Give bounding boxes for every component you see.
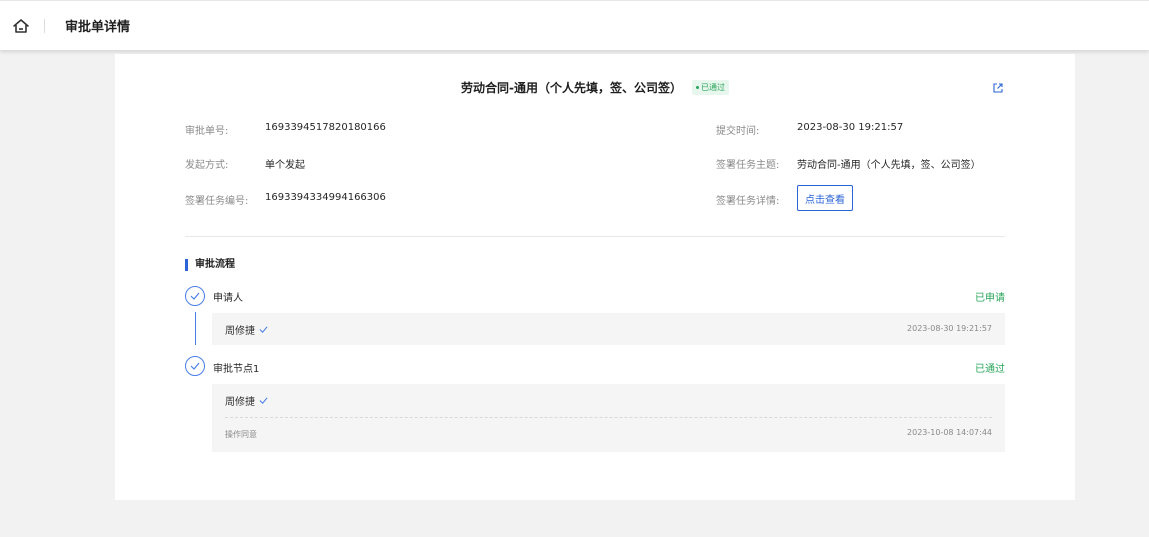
flow-node-status: 已申请: [975, 293, 1005, 304]
sign-topic-label: 签署任务主题:: [716, 160, 780, 171]
external-link-icon[interactable]: [992, 79, 1006, 93]
approver-name: 周修捷: [225, 326, 255, 337]
section-divider: [185, 236, 1005, 237]
flow-record: 周修捷 2023-08-30 19:21:57: [212, 313, 1005, 345]
check-circle-icon: [185, 286, 205, 306]
approval-no-label: 审批单号:: [185, 126, 229, 137]
check-circle-icon: [185, 356, 205, 376]
header-divider: [44, 18, 45, 33]
status-badge: 已通过: [691, 79, 729, 95]
approver: 周修捷: [225, 322, 268, 337]
home-icon[interactable]: [2, 7, 40, 45]
flow-node-status: 已通过: [975, 364, 1005, 375]
flow-node-name: 申请人: [213, 293, 243, 304]
sign-task-no-value: 1693394334994166306: [265, 192, 386, 203]
check-icon: [259, 326, 268, 333]
document-title-row: 劳动合同-通用（个人先填，签、公司签） 已通过: [115, 77, 1075, 97]
page-title: 审批单详情: [65, 20, 131, 35]
approver-name: 周修捷: [225, 397, 255, 408]
flow-connector: [195, 312, 196, 345]
sign-task-no-label: 签署任务编号:: [185, 196, 249, 207]
approver: 周修捷: [225, 393, 268, 408]
submit-time-value: 2023-08-30 19:21:57: [797, 122, 904, 133]
init-method-value: 单个发起: [265, 160, 305, 171]
status-badge-label: 已通过: [700, 82, 725, 92]
check-icon: [259, 397, 268, 404]
top-bar: 审批单详情: [0, 0, 1149, 50]
status-dot: [695, 85, 699, 89]
init-method-label: 发起方式:: [185, 160, 229, 171]
flow-section-title: 审批流程: [185, 259, 235, 271]
record-divider: [225, 417, 992, 418]
flow-node-name: 审批节点1: [213, 364, 260, 375]
sign-topic-value: 劳动合同-通用（个人先填，签、公司签）: [797, 160, 981, 171]
record-timestamp: 2023-08-30 19:21:57: [907, 324, 992, 333]
sign-task-detail-label: 签署任务详情:: [716, 196, 780, 207]
view-detail-button[interactable]: 点击查看: [797, 185, 853, 211]
submit-time-label: 提交时间:: [716, 126, 760, 137]
approval-no-value: 1693394517820180166: [265, 122, 386, 133]
detail-card: 劳动合同-通用（个人先填，签、公司签） 已通过 审批单号: 1693394517…: [115, 54, 1075, 500]
flow-record: 周修捷 操作同意 2023-10-08 14:07:44: [212, 384, 1005, 452]
record-action: 操作同意: [225, 430, 257, 439]
record-timestamp: 2023-10-08 14:07:44: [907, 428, 992, 437]
document-title: 劳动合同-通用（个人先填，签、公司签）: [461, 80, 682, 95]
